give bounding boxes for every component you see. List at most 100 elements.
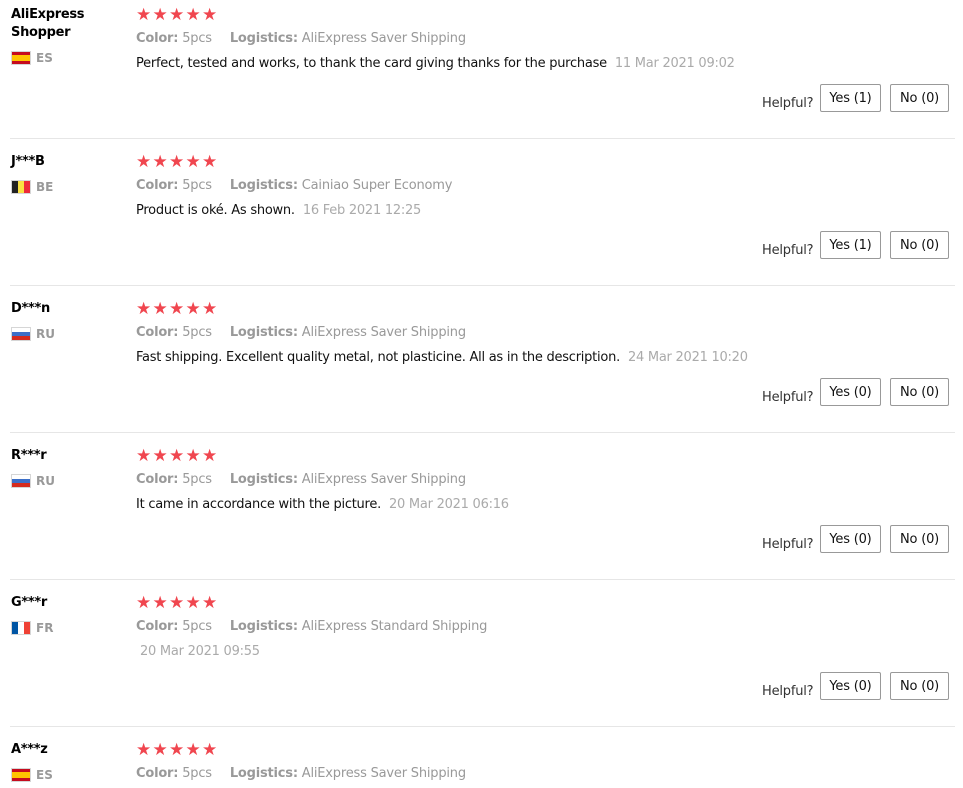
review-item: AliExpress Shopper ES ★ ★ ★ ★ ★ Color: 5pcs … xyxy=(0,0,963,147)
logistics-label: Logistics: xyxy=(229,619,298,634)
logistics-value: AliExpress Saver Shipping xyxy=(301,31,466,46)
star-icon: ★ xyxy=(202,446,218,466)
star-icon: ★ xyxy=(136,299,152,319)
star-icon: ★ xyxy=(185,299,201,319)
color-value: 5pcs xyxy=(182,178,212,193)
star-rating: ★ ★ ★ ★ ★ xyxy=(136,153,219,171)
star-icon: ★ xyxy=(136,5,152,25)
star-icon: ★ xyxy=(185,740,201,760)
reviewer-country: BE xyxy=(11,180,53,194)
divider xyxy=(10,432,955,433)
star-icon: ★ xyxy=(152,5,168,25)
star-icon: ★ xyxy=(169,740,185,760)
russia-flag-icon xyxy=(11,474,31,488)
review-meta: Color: 5pcs Logistics: AliExpress Saver … xyxy=(136,472,466,487)
reviewer-country: FR xyxy=(11,621,53,635)
country-code: ES xyxy=(36,51,53,65)
color-label: Color: xyxy=(136,766,179,781)
star-rating: ★ ★ ★ ★ ★ xyxy=(136,447,219,465)
reviewer-country: RU xyxy=(11,474,55,488)
reviewer-country: RU xyxy=(11,327,55,341)
helpful-yes-button[interactable]: Yes (1) xyxy=(820,231,881,259)
review-text: It came in accordance with the picture. xyxy=(136,497,381,512)
helpful-yes-button[interactable]: Yes (0) xyxy=(820,672,881,700)
review-date: 20 Mar 2021 06:16 xyxy=(389,497,509,512)
logistics-label: Logistics: xyxy=(229,178,298,193)
review-feedback: It came in accordance with the picture. 2… xyxy=(136,497,509,512)
review-item: A***z ES ★ ★ ★ ★ ★ Color: 5pcs Logistics: Al… xyxy=(0,735,963,788)
star-rating: ★ ★ ★ ★ ★ xyxy=(136,6,219,24)
logistics-label: Logistics: xyxy=(229,325,298,340)
country-code: ES xyxy=(36,768,53,782)
divider xyxy=(10,138,955,139)
spain-flag-icon xyxy=(11,51,31,65)
star-icon: ★ xyxy=(185,593,201,613)
review-item: G***r FR ★ ★ ★ ★ ★ Color: 5pcs Logistics: Al… xyxy=(0,588,963,735)
france-flag-icon xyxy=(11,621,31,635)
spain-flag-icon xyxy=(11,768,31,782)
review-item: R***r RU ★ ★ ★ ★ ★ Color: 5pcs Logistics: Al… xyxy=(0,441,963,588)
review-text: Fast shipping. Excellent quality metal, … xyxy=(136,350,620,365)
helpful-no-button[interactable]: No (0) xyxy=(890,672,949,700)
belgium-flag-icon xyxy=(11,180,31,194)
country-code: RU xyxy=(36,474,55,488)
helpful-no-button[interactable]: No (0) xyxy=(890,84,949,112)
color-label: Color: xyxy=(136,472,179,487)
color-label: Color: xyxy=(136,178,179,193)
divider xyxy=(10,285,955,286)
logistics-value: AliExpress Standard Shipping xyxy=(301,619,488,634)
review-date: 16 Feb 2021 12:25 xyxy=(302,203,422,218)
color-value: 5pcs xyxy=(182,31,212,46)
star-rating: ★ ★ ★ ★ ★ xyxy=(136,741,219,759)
helpful-no-button[interactable]: No (0) xyxy=(890,525,949,553)
divider xyxy=(10,726,955,727)
helpful-yes-button[interactable]: Yes (0) xyxy=(820,525,881,553)
helpful-yes-button[interactable]: Yes (0) xyxy=(820,378,881,406)
reviewer-name: G***r xyxy=(11,595,47,610)
color-value: 5pcs xyxy=(182,472,212,487)
logistics-label: Logistics: xyxy=(229,766,298,781)
star-icon: ★ xyxy=(202,740,218,760)
star-icon: ★ xyxy=(136,446,152,466)
helpful-no-button[interactable]: No (0) xyxy=(890,378,949,406)
review-meta: Color: 5pcs Logistics: AliExpress Saver … xyxy=(136,31,466,46)
country-code: RU xyxy=(36,327,55,341)
review-feedback: 20 Mar 2021 09:55 xyxy=(136,644,260,659)
helpful-no-button[interactable]: No (0) xyxy=(890,231,949,259)
star-icon: ★ xyxy=(169,5,185,25)
reviewer-name: AliExpress Shopper xyxy=(11,7,85,40)
helpful-yes-button[interactable]: Yes (1) xyxy=(820,84,881,112)
review-text: Perfect, tested and works, to thank the … xyxy=(136,56,607,71)
star-icon: ★ xyxy=(185,446,201,466)
color-value: 5pcs xyxy=(182,766,212,781)
logistics-label: Logistics: xyxy=(229,31,298,46)
reviewer-name: J***B xyxy=(11,154,45,169)
helpful-label: Helpful? xyxy=(762,96,814,111)
logistics-value: Cainiao Super Economy xyxy=(301,178,453,193)
star-icon: ★ xyxy=(202,593,218,613)
divider xyxy=(10,579,955,580)
helpful-label: Helpful? xyxy=(762,243,814,258)
helpful-label: Helpful? xyxy=(762,390,814,405)
country-code: BE xyxy=(36,180,54,194)
logistics-value: AliExpress Saver Shipping xyxy=(301,766,466,781)
reviewer-country: ES xyxy=(11,51,53,65)
review-item: J***B BE ★ ★ ★ ★ ★ Color: 5pcs Logistics: Ca… xyxy=(0,147,963,294)
reviewer-name: D***n xyxy=(11,301,50,316)
review-feedback: Perfect, tested and works, to thank the … xyxy=(136,56,735,71)
logistics-value: AliExpress Saver Shipping xyxy=(301,472,466,487)
review-item: D***n RU ★ ★ ★ ★ ★ Color: 5pcs Logistics: Al… xyxy=(0,294,963,441)
russia-flag-icon xyxy=(11,327,31,341)
star-icon: ★ xyxy=(136,593,152,613)
color-label: Color: xyxy=(136,619,179,634)
star-icon: ★ xyxy=(185,5,201,25)
review-date: 11 Mar 2021 09:02 xyxy=(614,56,735,71)
color-label: Color: xyxy=(136,31,179,46)
star-icon: ★ xyxy=(169,593,185,613)
review-meta: Color: 5pcs Logistics: AliExpress Saver … xyxy=(136,325,466,340)
star-icon: ★ xyxy=(202,299,218,319)
star-icon: ★ xyxy=(202,5,218,25)
country-code: FR xyxy=(36,621,54,635)
review-meta: Color: 5pcs Logistics: AliExpress Standa… xyxy=(136,619,487,634)
review-meta: Color: 5pcs Logistics: AliExpress Saver … xyxy=(136,766,466,781)
